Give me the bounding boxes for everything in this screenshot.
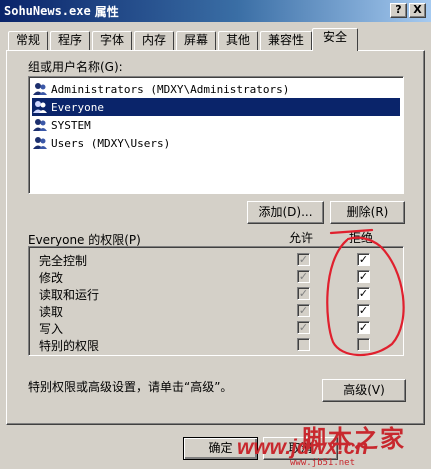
advanced-button[interactable]: 高级(V) xyxy=(322,379,406,402)
advanced-hint: 特别权限或高级设置，请单击“高级”。 xyxy=(28,380,233,394)
tab-security[interactable]: 安全 xyxy=(312,28,358,51)
watermark-url: www.jdwx.cn xyxy=(237,436,369,459)
watermark-url-small: www.jb51.net xyxy=(290,458,356,468)
